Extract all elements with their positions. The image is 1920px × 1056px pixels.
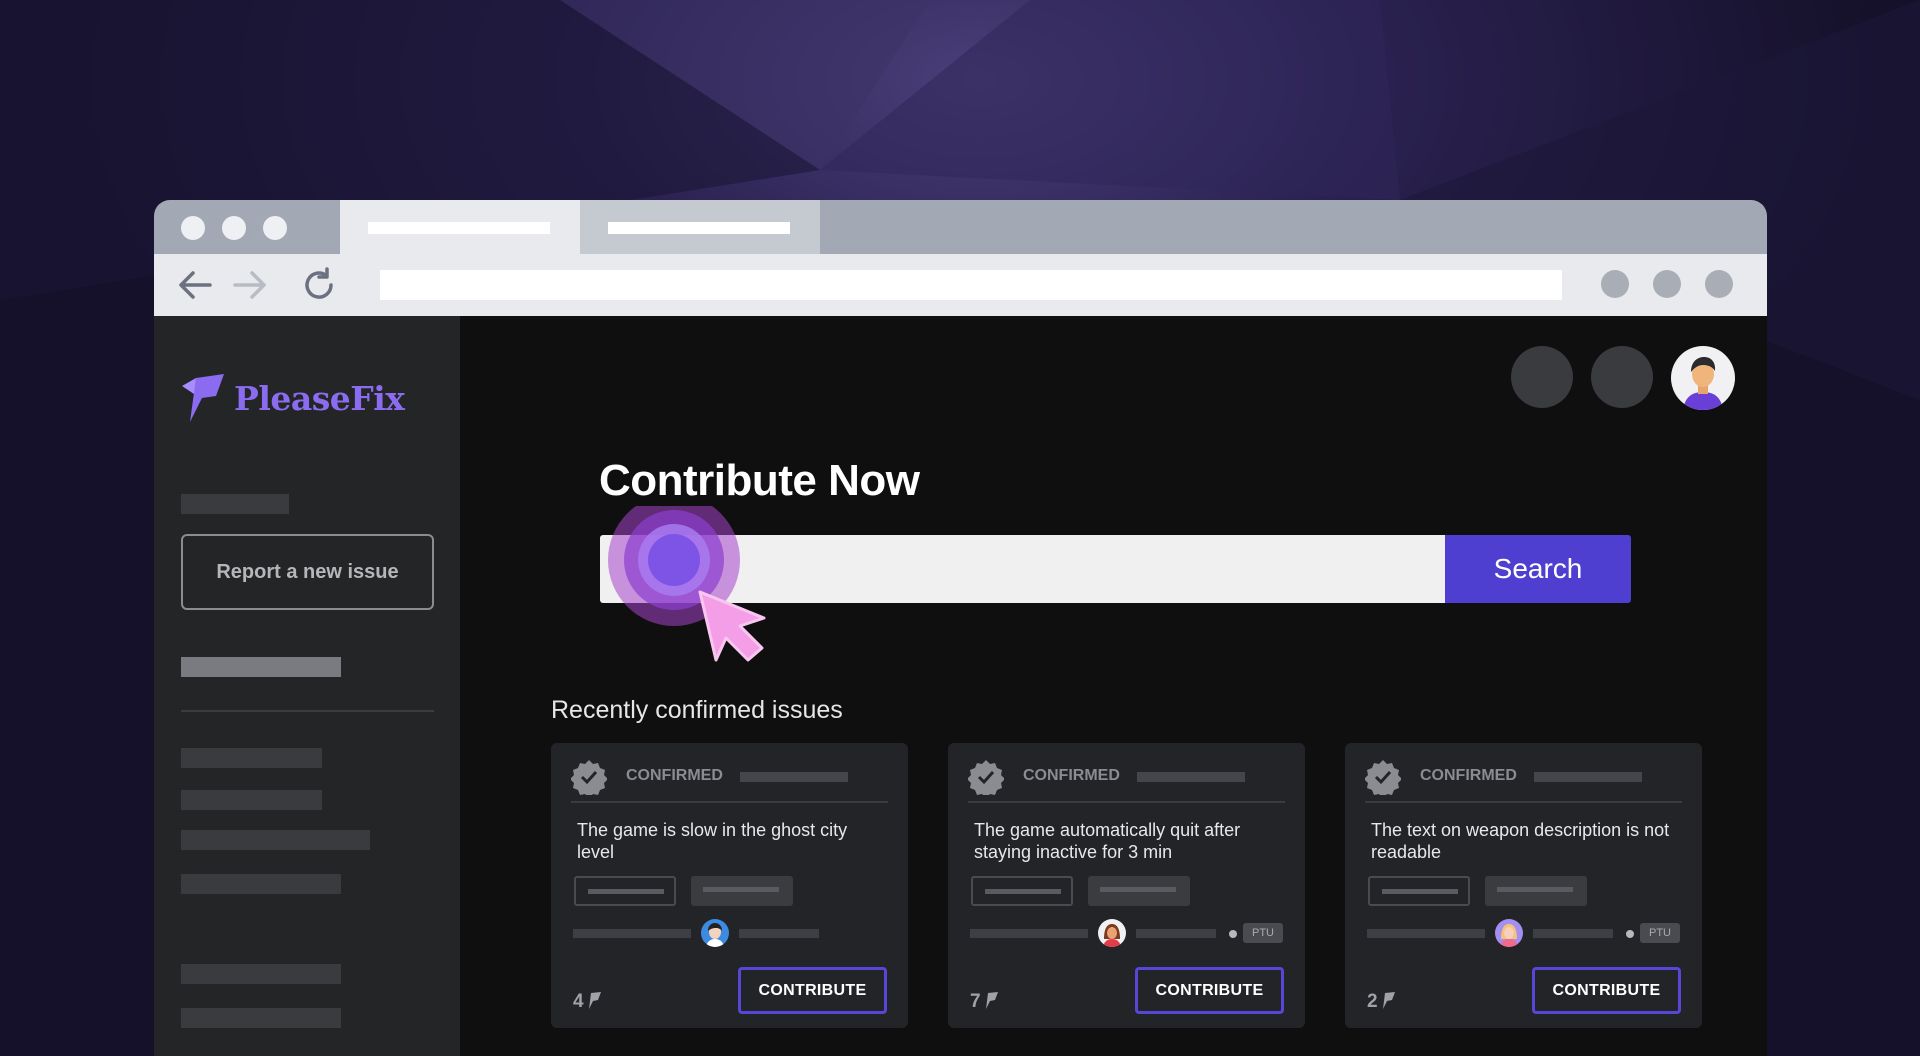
- desktop-background: { "brand": {"name": "PleaseFix", "accent…: [0, 0, 1920, 1056]
- contribute-button[interactable]: CONTRIBUTE: [738, 967, 887, 1014]
- card-divider: [968, 801, 1285, 803]
- contributor-count: 7: [970, 991, 999, 1013]
- tag-filled[interactable]: [1088, 876, 1190, 906]
- meta-placeholder: [739, 929, 819, 938]
- header-icon-button[interactable]: [1511, 346, 1573, 408]
- meta-separator-dot: [1626, 930, 1634, 938]
- status-label: CONFIRMED: [1023, 767, 1120, 784]
- report-issue-button[interactable]: Report a new issue: [181, 534, 434, 610]
- sidebar-item[interactable]: [181, 830, 370, 850]
- status-meta-placeholder: [1137, 772, 1245, 782]
- verified-badge-icon: [968, 760, 1004, 795]
- pleasefix-flag-icon: [1382, 992, 1395, 1009]
- search-input[interactable]: [600, 535, 1445, 603]
- verified-badge-icon: [571, 760, 607, 795]
- meta-separator-dot: [1229, 930, 1237, 938]
- tag-outline[interactable]: [1368, 876, 1470, 906]
- contributor-count: 4: [573, 991, 602, 1013]
- sidebar-item[interactable]: [181, 790, 322, 810]
- section-title: Recently confirmed issues: [551, 696, 843, 724]
- sidebar-item[interactable]: [181, 748, 322, 768]
- toolbar-dot-3[interactable]: [1705, 270, 1733, 298]
- pleasefix-flag-icon: [588, 992, 601, 1009]
- ptu-badge: PTU: [1243, 923, 1283, 943]
- tag-filled[interactable]: [691, 876, 793, 906]
- reporter-avatar[interactable]: [1495, 919, 1523, 947]
- meta-placeholder: [1367, 929, 1485, 938]
- issue-title[interactable]: The game is slow in the ghost city level: [577, 819, 887, 863]
- status-meta-placeholder: [740, 772, 848, 782]
- status-label: CONFIRMED: [626, 767, 723, 784]
- contributor-count: 2: [1367, 991, 1396, 1013]
- back-arrow-icon[interactable]: [178, 270, 212, 300]
- issue-card: CONFIRMED The text on weapon description…: [1345, 743, 1702, 1028]
- forward-arrow-icon[interactable]: [233, 270, 267, 300]
- reporter-avatar[interactable]: [1098, 919, 1126, 947]
- sidebar-item[interactable]: [181, 1008, 341, 1028]
- sidebar: PleaseFix Report a new issue: [154, 316, 460, 1056]
- status-label: CONFIRMED: [1420, 767, 1517, 784]
- browser-window: PleaseFix Report a new issue Contribute …: [154, 200, 1767, 1056]
- issue-title[interactable]: The text on weapon description is not re…: [1371, 819, 1681, 863]
- tag-outline[interactable]: [574, 876, 676, 906]
- user-avatar[interactable]: [1671, 346, 1735, 410]
- issue-card: CONFIRMED The game is slow in the ghost …: [551, 743, 908, 1028]
- url-input[interactable]: [380, 270, 1562, 300]
- page-title: Contribute Now: [599, 456, 920, 505]
- card-divider: [571, 801, 888, 803]
- reload-icon[interactable]: [300, 266, 338, 304]
- meta-placeholder: [1533, 929, 1613, 938]
- browser-tab[interactable]: [580, 200, 820, 254]
- window-maximize-dot[interactable]: [263, 216, 287, 240]
- address-bar-row: [154, 254, 1767, 316]
- app-viewport: PleaseFix Report a new issue Contribute …: [154, 316, 1767, 1056]
- issue-title[interactable]: The game automatically quit after stayin…: [974, 819, 1284, 863]
- card-divider: [1365, 801, 1682, 803]
- header-icon-button[interactable]: [1591, 346, 1653, 408]
- pleasefix-flag-icon: [182, 374, 224, 422]
- status-meta-placeholder: [1534, 772, 1642, 782]
- issue-card: CONFIRMED The game automatically quit af…: [948, 743, 1305, 1028]
- toolbar-dot-1[interactable]: [1601, 270, 1629, 298]
- browser-tab-active[interactable]: [340, 200, 580, 254]
- window-close-dot[interactable]: [181, 216, 205, 240]
- toolbar-dot-2[interactable]: [1653, 270, 1681, 298]
- sidebar-item[interactable]: [181, 964, 341, 984]
- sidebar-item-active[interactable]: [181, 657, 341, 677]
- contribute-button[interactable]: CONTRIBUTE: [1532, 967, 1681, 1014]
- tag-filled[interactable]: [1485, 876, 1587, 906]
- reporter-avatar[interactable]: [701, 919, 729, 947]
- sidebar-label-placeholder: [181, 494, 289, 514]
- meta-placeholder: [970, 929, 1088, 938]
- meta-placeholder: [573, 929, 691, 938]
- verified-badge-icon: [1365, 760, 1401, 795]
- sidebar-item[interactable]: [181, 874, 341, 894]
- ptu-badge: PTU: [1640, 923, 1680, 943]
- browser-tab-bar: [154, 200, 1767, 254]
- meta-placeholder: [1136, 929, 1216, 938]
- contribute-button[interactable]: CONTRIBUTE: [1135, 967, 1284, 1014]
- brand-name: PleaseFix: [234, 378, 405, 418]
- search-button[interactable]: Search: [1445, 535, 1631, 603]
- window-minimize-dot[interactable]: [222, 216, 246, 240]
- sidebar-divider: [181, 710, 434, 712]
- tag-outline[interactable]: [971, 876, 1073, 906]
- pleasefix-logo[interactable]: PleaseFix: [180, 372, 405, 424]
- pleasefix-flag-icon: [985, 992, 998, 1009]
